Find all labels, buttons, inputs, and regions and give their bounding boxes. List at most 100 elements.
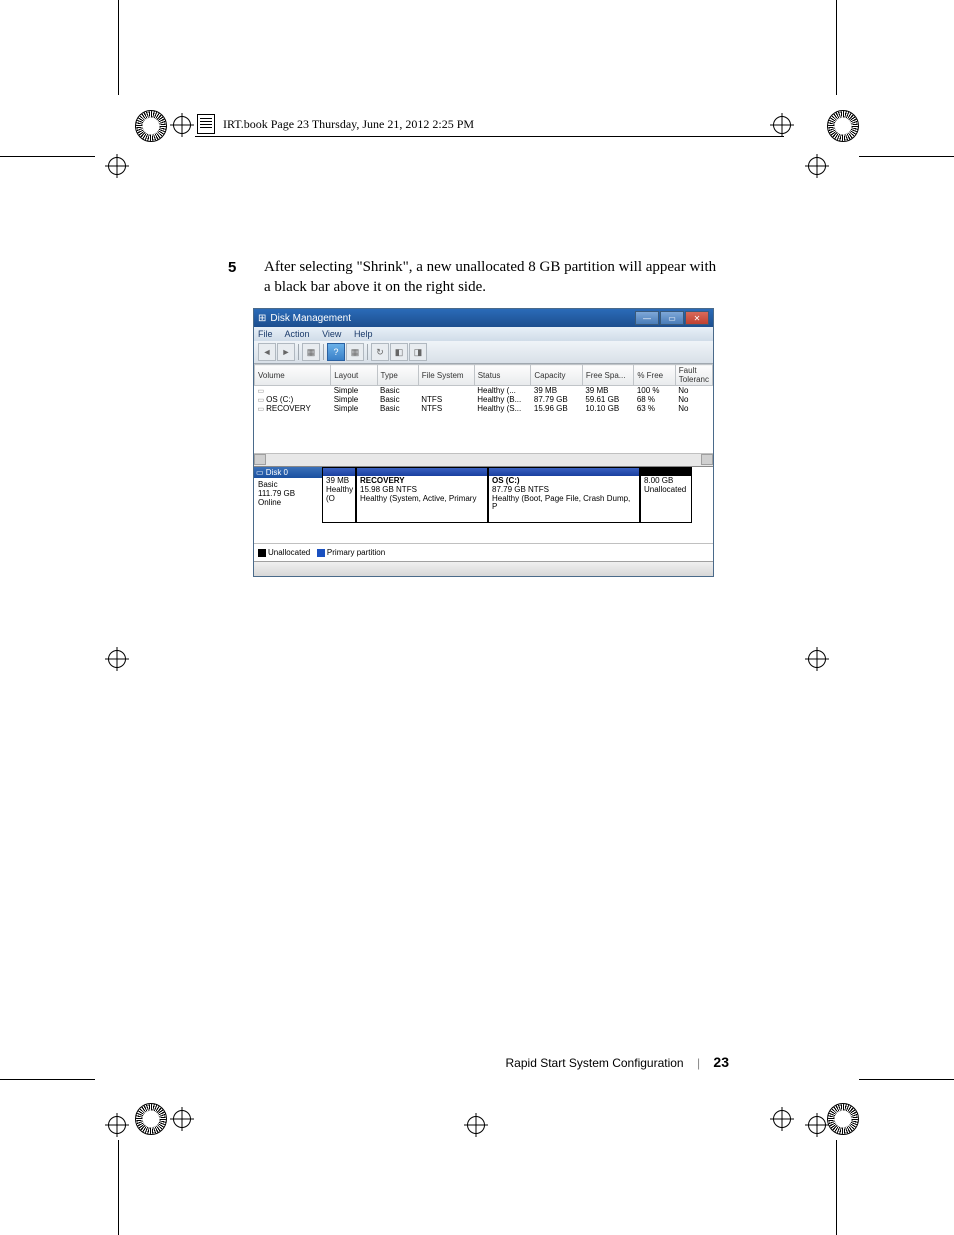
registration-rosette [135, 110, 167, 142]
partition-text: RECOVERY15.98 GB NTFSHealthy (System, Ac… [357, 476, 487, 504]
minimize-button[interactable]: — [635, 311, 659, 325]
page-footer: Rapid Start System Configuration | 23 [329, 1054, 729, 1070]
crosshair-icon [170, 113, 194, 137]
volume-list[interactable]: Volume Layout Type File System Status Ca… [254, 364, 713, 413]
crosshair-icon [805, 1113, 829, 1137]
crosshair-icon [105, 1113, 129, 1137]
crosshair-icon [805, 154, 829, 178]
table-cell: Healthy (S... [474, 404, 531, 413]
partition[interactable]: OS (C:)87.79 GB NTFSHealthy (Boot, Page … [488, 467, 640, 523]
col-layout[interactable]: Layout [331, 365, 377, 386]
disk-type: Basic [258, 480, 318, 489]
table-cell: Simple [331, 404, 377, 413]
header-text: IRT.book Page 23 Thursday, June 21, 2012… [223, 117, 474, 132]
toolbar-button[interactable]: ▦ [346, 343, 364, 361]
col-capacity[interactable]: Capacity [531, 365, 582, 386]
table-cell: NTFS [418, 404, 474, 413]
partition-bar [357, 468, 487, 476]
table-row[interactable]: OS (C:)SimpleBasicNTFSHealthy (B...87.79… [255, 395, 713, 404]
crosshair-icon [805, 647, 829, 671]
menu-action[interactable]: Action [285, 329, 310, 339]
col-pctfree[interactable]: % Free [634, 365, 675, 386]
partition[interactable]: 39 MBHealthy (O [322, 467, 356, 523]
table-cell: 63 % [634, 404, 675, 413]
window-title: Disk Management [270, 313, 351, 324]
partition-text: OS (C:)87.79 GB NTFSHealthy (Boot, Page … [489, 476, 639, 513]
col-fault[interactable]: Fault Toleranc [675, 365, 712, 386]
crosshair-icon [770, 1107, 794, 1131]
table-cell: 39 MB [582, 386, 633, 396]
maximize-button[interactable]: ▭ [660, 311, 684, 325]
table-cell: 59.61 GB [582, 395, 633, 404]
registration-rosette [827, 1103, 859, 1135]
table-cell: OS (C:) [255, 395, 331, 404]
table-cell: Simple [331, 386, 377, 396]
col-filesystem[interactable]: File System [418, 365, 474, 386]
disk-management-window: ⊞ Disk Management — ▭ ✕ File Action View… [253, 308, 714, 577]
toolbar: ◄ ► ▦ ? ▦ ↻ ◧ ◨ [254, 341, 713, 364]
status-bar [254, 561, 713, 576]
partition-bar [641, 468, 691, 476]
table-cell: No [675, 386, 712, 396]
table-cell: Healthy (B... [474, 395, 531, 404]
partition[interactable]: 8.00 GBUnallocated [640, 467, 692, 523]
disk-status: Online [258, 498, 318, 507]
table-cell: 87.79 GB [531, 395, 582, 404]
table-cell: No [675, 404, 712, 413]
toolbar-button[interactable]: ▦ [302, 343, 320, 361]
table-cell: RECOVERY [255, 404, 331, 413]
footer-section: Rapid Start System Configuration [506, 1056, 684, 1070]
table-cell [255, 386, 331, 396]
menu-help[interactable]: Help [354, 329, 373, 339]
disk-size: 111.79 GB [258, 489, 318, 498]
table-cell: 68 % [634, 395, 675, 404]
toolbar-button[interactable]: ◨ [409, 343, 427, 361]
close-button[interactable]: ✕ [685, 311, 709, 325]
window-titlebar[interactable]: ⊞ Disk Management — ▭ ✕ [254, 309, 713, 327]
table-cell: NTFS [418, 395, 474, 404]
disk-label: Disk 0 [266, 468, 288, 477]
disk-info[interactable]: ▭ Disk 0 Basic 111.79 GB Online [254, 467, 322, 523]
page-number: 23 [713, 1054, 729, 1070]
table-cell: 15.96 GB [531, 404, 582, 413]
refresh-button[interactable]: ↻ [371, 343, 389, 361]
col-freespace[interactable]: Free Spa... [582, 365, 633, 386]
table-cell: Basic [377, 404, 418, 413]
legend: Unallocated Primary partition [254, 543, 713, 561]
partition-bar [323, 468, 355, 476]
table-cell: 39 MB [531, 386, 582, 396]
table-cell: Basic [377, 386, 418, 396]
table-cell: Simple [331, 395, 377, 404]
table-cell: Healthy (... [474, 386, 531, 396]
legend-label: Primary partition [327, 548, 385, 557]
table-cell: 100 % [634, 386, 675, 396]
partition-text: 8.00 GBUnallocated [641, 476, 691, 496]
app-icon: ⊞ [258, 313, 266, 324]
col-status[interactable]: Status [474, 365, 531, 386]
book-icon [197, 114, 215, 134]
col-volume[interactable]: Volume [255, 365, 331, 386]
col-type[interactable]: Type [377, 365, 418, 386]
crosshair-icon [170, 1107, 194, 1131]
menubar: File Action View Help [254, 327, 713, 341]
table-row[interactable]: SimpleBasicHealthy (...39 MB39 MB100 %No [255, 386, 713, 396]
registration-rosette [827, 110, 859, 142]
menu-file[interactable]: File [258, 329, 273, 339]
legend-swatch-unallocated [258, 549, 266, 557]
back-button[interactable]: ◄ [258, 343, 276, 361]
registration-rosette [135, 1103, 167, 1135]
partition[interactable]: RECOVERY15.98 GB NTFSHealthy (System, Ac… [356, 467, 488, 523]
help-button[interactable]: ? [327, 343, 345, 361]
forward-button[interactable]: ► [277, 343, 295, 361]
menu-view[interactable]: View [322, 329, 341, 339]
table-row[interactable]: RECOVERYSimpleBasicNTFSHealthy (S...15.9… [255, 404, 713, 413]
horizontal-scrollbar[interactable] [254, 453, 713, 466]
crosshair-icon [105, 647, 129, 671]
step-text: After selecting "Shrink", a new unalloca… [264, 259, 716, 295]
step-instruction: 5 After selecting "Shrink", a new unallo… [246, 258, 726, 297]
table-cell: Basic [377, 395, 418, 404]
legend-label: Unallocated [268, 548, 310, 557]
legend-swatch-primary [317, 549, 325, 557]
toolbar-button[interactable]: ◧ [390, 343, 408, 361]
disk-graphical-view: ▭ Disk 0 Basic 111.79 GB Online 39 MBHea… [254, 466, 713, 523]
